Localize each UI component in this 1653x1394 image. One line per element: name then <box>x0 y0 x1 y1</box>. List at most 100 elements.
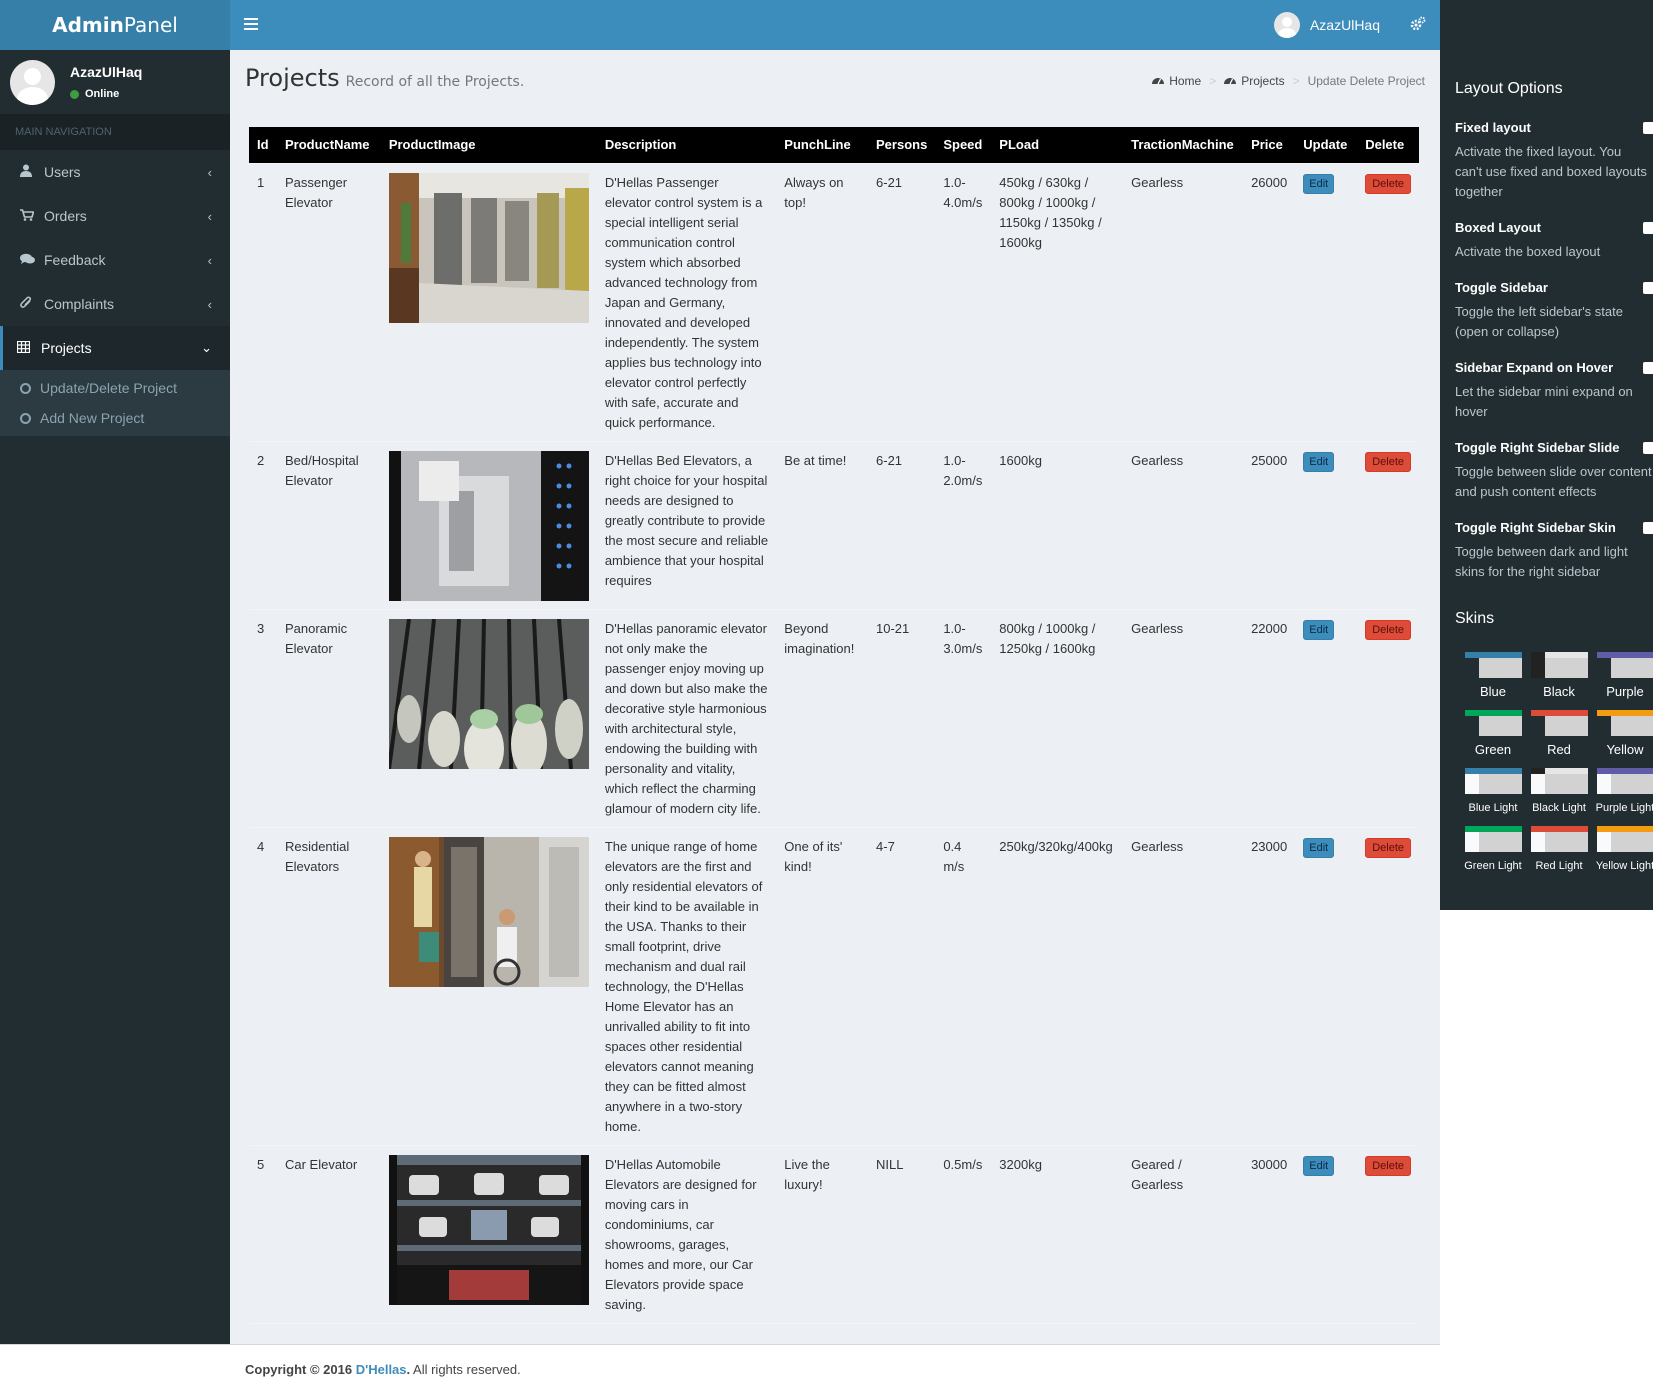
table-row: 5 Car Elevator D'Hellas Automobile Eleva… <box>249 1144 1419 1323</box>
skin-option[interactable]: Blue Light <box>1460 768 1526 816</box>
breadcrumb-home[interactable]: Home <box>1169 74 1201 88</box>
cell-id: 1 <box>249 162 277 441</box>
cell-description: D'Hellas Automobile Elevators are design… <box>596 1144 777 1323</box>
gears-icon[interactable] <box>1410 16 1426 37</box>
user-menu[interactable]: AzazUlHaq <box>1273 12 1380 38</box>
sidebar-item-feedback[interactable]: Feedback ‹ <box>0 238 230 282</box>
page-subtitle: Record of all the Projects. <box>345 74 525 90</box>
copyright-text: Copyright © 2016 D'Hellas. All rights re… <box>245 1362 521 1377</box>
cell-persons: 6-21 <box>868 440 936 609</box>
skin-option[interactable]: Green <box>1460 710 1526 758</box>
skin-option[interactable]: Red <box>1526 710 1592 758</box>
cell-traction: Geared / Gearless <box>1123 1144 1244 1323</box>
skin-option[interactable]: Purple Light <box>1592 768 1653 816</box>
boxed-layout-checkbox[interactable] <box>1643 222 1653 234</box>
edit-button[interactable]: Edit <box>1303 619 1335 640</box>
cell-traction: Gearless <box>1123 440 1244 609</box>
submenu-item-label: Add New Project <box>40 410 145 426</box>
cell-punchline: Be at time! <box>776 440 869 609</box>
skin-option[interactable]: Yellow Light <box>1592 826 1653 874</box>
skin-option[interactable]: Black <box>1526 652 1592 700</box>
fixed-layout-checkbox[interactable] <box>1643 122 1653 134</box>
avatar <box>1273 12 1300 38</box>
delete-button[interactable]: Delete <box>1365 619 1411 640</box>
company-link[interactable]: D'Hellas <box>356 1362 407 1377</box>
status-badge: Online <box>70 88 142 100</box>
skin-label: Red <box>1547 742 1571 757</box>
right-sidebar-skin-checkbox[interactable] <box>1643 522 1653 534</box>
col-header-id: Id <box>249 127 277 163</box>
sidebar-expand-hover-checkbox[interactable] <box>1643 362 1653 374</box>
submenu-item-add-new[interactable]: Add New Project <box>0 403 230 433</box>
edit-button[interactable]: Edit <box>1303 837 1335 858</box>
option-right-sidebar-skin: Toggle Right Sidebar Skin Toggle between… <box>1455 520 1653 582</box>
sidebar-item-label: Complaints <box>44 296 115 312</box>
cell-price: 25000 <box>1243 440 1296 609</box>
skin-option[interactable]: Blue <box>1460 652 1526 700</box>
delete-button[interactable]: Delete <box>1365 1155 1411 1176</box>
skin-option[interactable]: Black Light <box>1526 768 1592 816</box>
skin-swatch <box>1464 652 1522 678</box>
delete-button[interactable]: Delete <box>1365 173 1411 194</box>
skin-swatch <box>1464 768 1522 794</box>
cell-pload: 3200kg <box>991 1144 1124 1323</box>
col-header-productimage: ProductImage <box>380 127 597 163</box>
cell-pload: 1600kg <box>991 440 1124 609</box>
control-sidebar: Layout Options Fixed layout Activate the… <box>1440 0 1653 910</box>
breadcrumb: Home > Projects > Update Delete Project <box>1152 74 1425 88</box>
skin-option[interactable]: Yellow <box>1592 710 1653 758</box>
skins-title: Skins <box>1455 610 1495 627</box>
cell-price: 30000 <box>1243 1144 1296 1323</box>
skin-label: Black Light <box>1532 802 1586 814</box>
edit-button[interactable]: Edit <box>1303 451 1335 472</box>
cell-image <box>380 1144 597 1323</box>
logo[interactable]: AdminPanel <box>0 0 230 50</box>
sidebar-item-orders[interactable]: Orders ‹ <box>0 194 230 238</box>
skin-option[interactable]: Purple <box>1592 652 1653 700</box>
col-header-pload: PLoad <box>991 127 1124 163</box>
skin-label: Purple Light <box>1595 802 1653 814</box>
skin-swatch <box>1596 710 1653 736</box>
cell-punchline: Always on top! <box>776 162 869 441</box>
skin-option[interactable]: Red Light <box>1526 826 1592 874</box>
col-header-description: Description <box>596 127 777 163</box>
cell-id: 3 <box>249 608 277 827</box>
breadcrumb-projects[interactable]: Projects <box>1241 74 1284 88</box>
skin-label: Purple <box>1606 684 1644 699</box>
skin-label: Black <box>1543 684 1575 699</box>
cell-pload: 250kg/320kg/400kg <box>991 826 1124 1145</box>
sidebar-item-label: Projects <box>41 340 92 356</box>
skin-swatch <box>1464 710 1522 736</box>
option-boxed-layout: Boxed Layout Activate the boxed layout <box>1455 220 1653 262</box>
sidebar-item-users[interactable]: Users ‹ <box>0 150 230 194</box>
cell-price: 22000 <box>1243 608 1296 827</box>
top-navbar: AzazUlHaq <box>230 0 1440 50</box>
edit-button[interactable]: Edit <box>1303 173 1335 194</box>
sidebar-user-name: AzazUlHaq <box>70 64 143 80</box>
option-fixed-layout: Fixed layout Activate the fixed layout. … <box>1455 120 1653 202</box>
content-wrapper: Projects Record of all the Projects. Home… <box>230 50 1440 1344</box>
col-header-punchline: PunchLine <box>776 127 869 163</box>
skin-label: Blue <box>1479 684 1507 699</box>
edit-button[interactable]: Edit <box>1303 1155 1335 1176</box>
product-image <box>388 450 589 601</box>
sidebar-item-label: Users <box>44 164 81 180</box>
sidebar-item-label: Orders <box>44 208 87 224</box>
toggle-sidebar-checkbox[interactable] <box>1643 282 1653 294</box>
sidebar-item-projects[interactable]: Projects ⌄ <box>0 326 230 370</box>
cell-persons: 6-21 <box>868 162 936 441</box>
delete-button[interactable]: Delete <box>1365 451 1411 472</box>
sidebar-item-complaints[interactable]: Complaints ‹ <box>0 282 230 326</box>
skin-label: Green <box>1474 742 1512 757</box>
page-title: Projects Record of all the Projects. <box>245 64 525 92</box>
skin-option[interactable]: Green Light <box>1460 826 1526 874</box>
cell-speed: 1.0-3.0m/s <box>935 608 992 827</box>
cell-persons: 4-7 <box>868 826 936 1145</box>
cart-icon <box>20 208 44 224</box>
col-header-update: Update <box>1295 127 1358 163</box>
right-sidebar-slide-checkbox[interactable] <box>1643 442 1653 454</box>
delete-button[interactable]: Delete <box>1365 837 1411 858</box>
user-panel: AzazUlHaq Online <box>0 50 230 114</box>
hamburger-icon[interactable] <box>244 15 258 35</box>
submenu-item-update-delete[interactable]: Update/Delete Project <box>0 373 230 403</box>
